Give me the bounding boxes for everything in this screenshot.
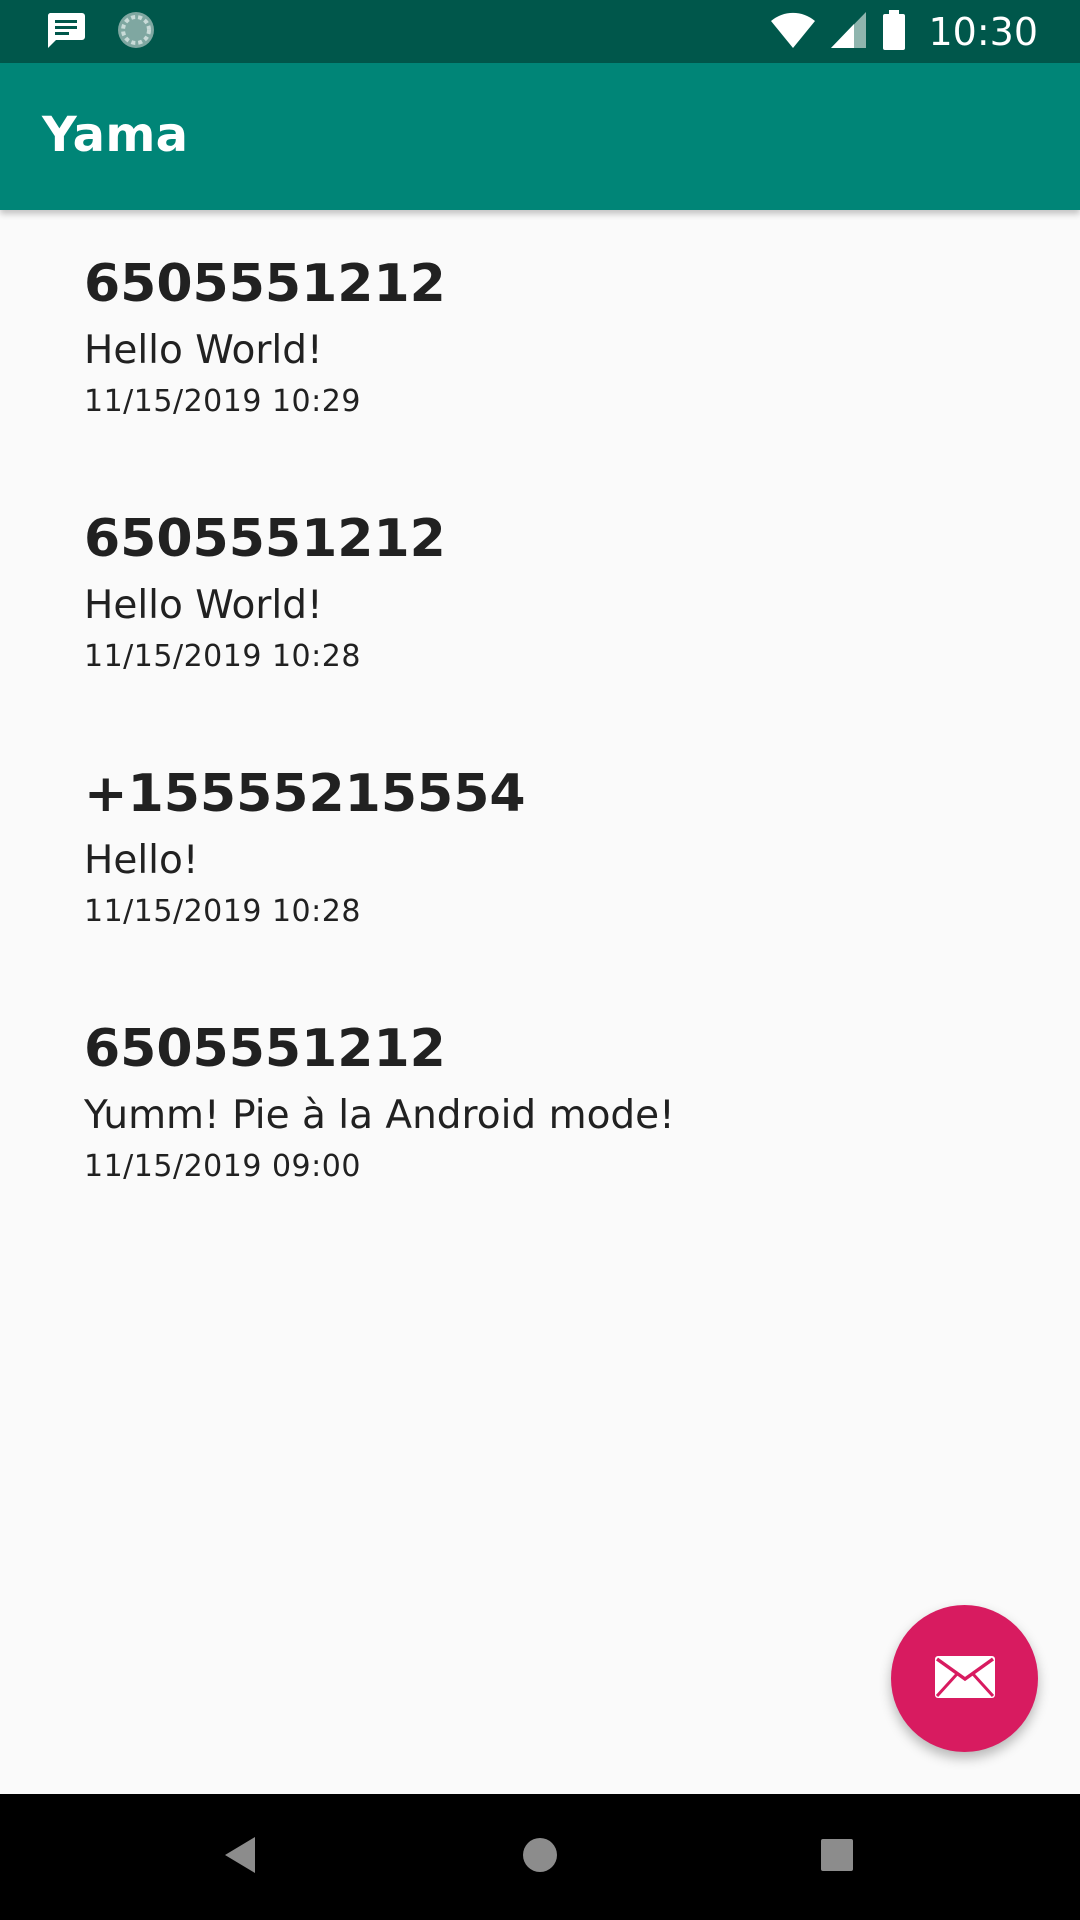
message-item[interactable]: 6505551212 Hello World! 11/15/2019 10:28 — [0, 465, 1080, 720]
message-sender: 6505551212 — [84, 1019, 446, 1079]
message-item[interactable]: +15555215554 Hello! 11/15/2019 10:28 — [0, 720, 1080, 975]
message-sender: 6505551212 — [84, 509, 446, 569]
status-bar: 10:30 — [0, 0, 1080, 63]
message-date: 11/15/2019 10:28 — [84, 639, 361, 674]
app-title: Yama — [42, 107, 189, 163]
message-sender: +15555215554 — [84, 764, 526, 824]
compose-message-button[interactable] — [891, 1605, 1038, 1752]
message-item[interactable]: 6505551212 Hello World! 11/15/2019 10:29 — [0, 210, 1080, 465]
message-body: Hello! — [84, 838, 199, 883]
signal-icon — [830, 11, 868, 53]
message-date: 11/15/2019 10:28 — [84, 894, 361, 929]
back-button[interactable] — [207, 1824, 273, 1890]
mail-icon — [933, 1654, 997, 1704]
message-sender: 6505551212 — [84, 254, 446, 314]
recents-button[interactable] — [804, 1824, 870, 1890]
message-item[interactable]: 6505551212 Yumm! Pie à la Android mode! … — [0, 975, 1080, 1230]
message-body: Hello World! — [84, 328, 323, 373]
wifi-icon — [770, 11, 816, 53]
home-icon — [521, 1836, 559, 1878]
battery-icon — [882, 10, 906, 54]
status-system: 10:30 — [770, 8, 1038, 56]
navigation-bar — [0, 1794, 1080, 1920]
home-button[interactable] — [507, 1824, 573, 1890]
message-body: Hello World! — [84, 583, 323, 628]
back-icon — [222, 1835, 258, 1879]
status-time: 10:30 — [928, 10, 1038, 54]
message-body: Yumm! Pie à la Android mode! — [84, 1093, 675, 1138]
app-bar: Yama — [0, 63, 1080, 210]
status-notifications — [46, 12, 156, 52]
sync-icon — [116, 10, 156, 54]
message-list: 6505551212 Hello World! 11/15/2019 10:29… — [0, 210, 1080, 1230]
recents-icon — [819, 1837, 855, 1877]
message-notification-icon — [46, 11, 86, 53]
message-date: 11/15/2019 09:00 — [84, 1149, 361, 1184]
message-date: 11/15/2019 10:29 — [84, 384, 361, 419]
screen: 10:30 Yama 6505551212 Hello World! 11/15… — [0, 0, 1080, 1920]
